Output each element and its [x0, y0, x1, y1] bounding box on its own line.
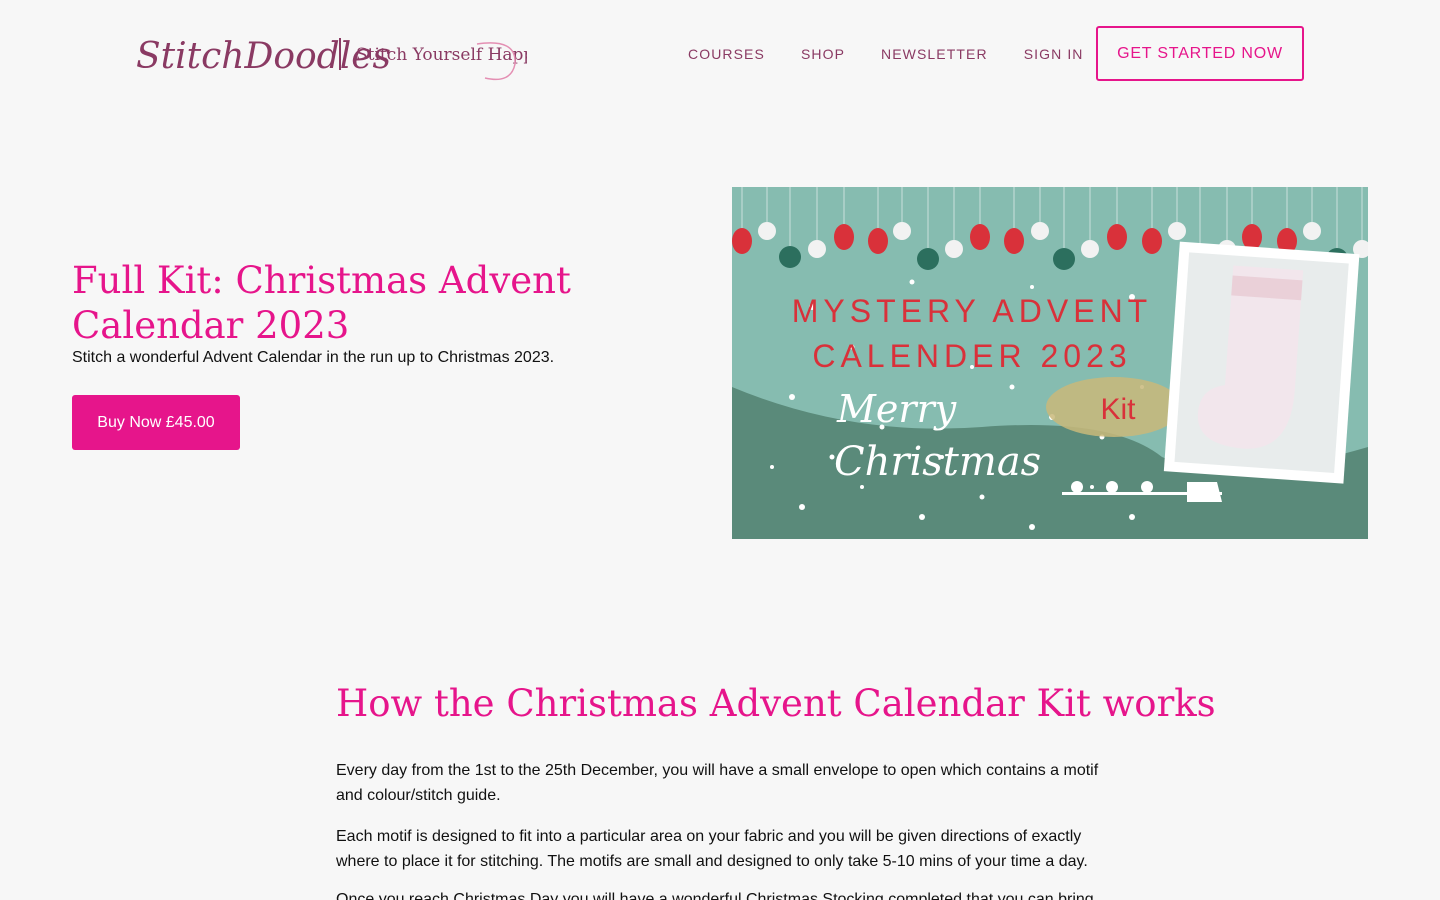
hero-title: Full Kit: Christmas Advent Calendar 2023 — [72, 259, 571, 347]
paragraph-2: Each motif is designed to fit into a par… — [336, 828, 1088, 870]
paragraph-3: Once you reach Christmas Day you will ha… — [336, 891, 1094, 900]
nav-sign-in[interactable]: SIGN IN — [1024, 46, 1084, 62]
image-christmas: Christmas — [834, 439, 1041, 485]
get-started-button[interactable]: GET STARTED NOW — [1096, 26, 1304, 81]
site-logo[interactable]: StitchDoodles Stitch Yourself Happy — [132, 20, 544, 86]
section-title: How the Christmas Advent Calendar Kit wo… — [336, 682, 1216, 725]
nav-courses[interactable]: COURSES — [688, 46, 765, 62]
logo-wordmark: StitchDoodles — [136, 36, 391, 77]
paragraph-1: Every day from the 1st to the 25th Decem… — [336, 762, 1099, 804]
image-title-line1: MYSTERY ADVENT — [792, 293, 1152, 329]
main-nav: COURSES SHOP NEWSLETTER SIGN IN — [688, 26, 1120, 81]
image-merry: Merry — [836, 387, 957, 431]
image-title-line2: CALENDER 2023 — [812, 338, 1131, 374]
buy-now-button[interactable]: Buy Now £45.00 — [72, 395, 240, 450]
site-header: StitchDoodles Stitch Yourself Happy COUR… — [0, 0, 1440, 108]
hero-subtitle: Stitch a wonderful Advent Calendar in th… — [72, 349, 555, 366]
advent-calendar-image: MYSTERY ADVENT CALENDER 2023 Merry Chris… — [732, 187, 1368, 539]
nav-newsletter[interactable]: NEWSLETTER — [881, 46, 988, 62]
nav-shop[interactable]: SHOP — [801, 46, 845, 62]
logo-tagline: Stitch Yourself Happy — [356, 45, 527, 65]
stocking-photo — [1163, 241, 1360, 484]
kit-badge: Kit — [1100, 393, 1136, 426]
